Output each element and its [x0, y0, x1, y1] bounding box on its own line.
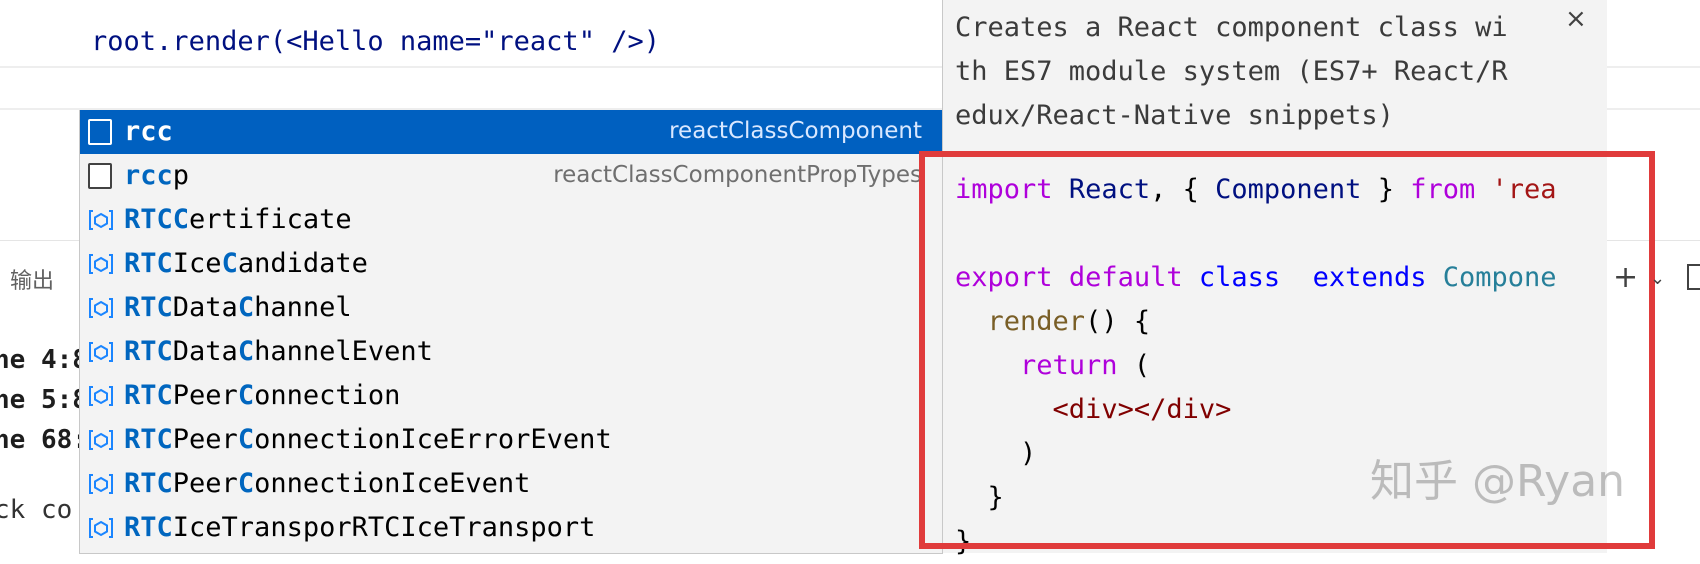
suggest-item[interactable]: RTCPeerConnectionIceEvent — [80, 462, 942, 506]
output-line: ne 4:8 — [0, 345, 88, 375]
suggest-label: rccp — [124, 160, 190, 191]
suggest-label: RTCIceTransporRTCIceTransport — [124, 512, 596, 543]
doc-text: Creates a React component class wi th ES… — [955, 6, 1575, 138]
suggest-label: RTCDataChannel — [124, 292, 352, 323]
suggest-detail: reactClassComponentPropTypes — [553, 162, 922, 188]
close-icon[interactable]: × — [1565, 4, 1587, 34]
interface-icon — [89, 430, 113, 450]
suggest-item[interactable]: RTCDataChannelEvent — [80, 330, 942, 374]
interface-icon — [89, 342, 113, 362]
suggest-item[interactable]: RTCIceCandidate — [80, 242, 942, 286]
suggest-widget[interactable]: rcc reactClassComponent rccp reactClassC… — [79, 110, 943, 554]
doc-line: th ES7 module system (ES7+ React/R — [955, 56, 1508, 87]
chevron-down-icon[interactable]: ⌄ — [1650, 268, 1665, 289]
suggest-detail: reactClassComponent — [669, 118, 922, 144]
code-line-render-text: root.render(<Hello name="react" />) — [91, 26, 660, 57]
add-icon[interactable]: + — [1613, 260, 1638, 295]
suggest-label: RTCPeerConnectionIceEvent — [124, 468, 531, 499]
suggest-label: RTCCertificate — [124, 204, 352, 235]
output-line: ck co — [0, 495, 73, 525]
suggest-label: RTCPeerConnection — [124, 380, 401, 411]
output-line: ne 68: — [0, 425, 88, 455]
interface-icon — [89, 386, 113, 406]
suggest-item[interactable]: RTCDataChannel — [80, 286, 942, 330]
suggest-item-rcc[interactable]: rcc reactClassComponent — [80, 110, 942, 154]
doc-line: Creates a React component class wi — [955, 12, 1508, 43]
suggest-label: rcc — [124, 116, 173, 147]
interface-icon — [89, 254, 113, 274]
watermark: 知乎 @Ryan — [1370, 456, 1626, 507]
suggest-item-rccp[interactable]: rccp reactClassComponentPropTypes — [80, 154, 942, 198]
output-line: ne 5:8 — [0, 385, 88, 415]
interface-icon — [89, 474, 113, 494]
suggest-label: RTCIceCandidate — [124, 248, 368, 279]
doc-line: edux/React-Native snippets) — [955, 100, 1394, 131]
suggest-item[interactable]: RTCIceTransporRTCIceTransport — [80, 506, 942, 550]
interface-icon — [89, 210, 113, 230]
split-panel-icon[interactable] — [1687, 264, 1700, 290]
suggest-item[interactable]: RTCPeerConnection — [80, 374, 942, 418]
suggest-label: RTCPeerConnectionIceErrorEvent — [124, 424, 612, 455]
suggest-label: RTCDataChannelEvent — [124, 336, 433, 367]
snippet-icon — [88, 119, 112, 145]
suggest-item[interactable]: RTCCertificate — [80, 198, 942, 242]
interface-icon — [89, 298, 113, 318]
snippet-icon — [88, 163, 112, 189]
suggest-item[interactable]: RTCPeerConnectionIceErrorEvent — [80, 418, 942, 462]
tab-output[interactable]: 输出 — [10, 263, 54, 295]
interface-icon — [89, 518, 113, 538]
